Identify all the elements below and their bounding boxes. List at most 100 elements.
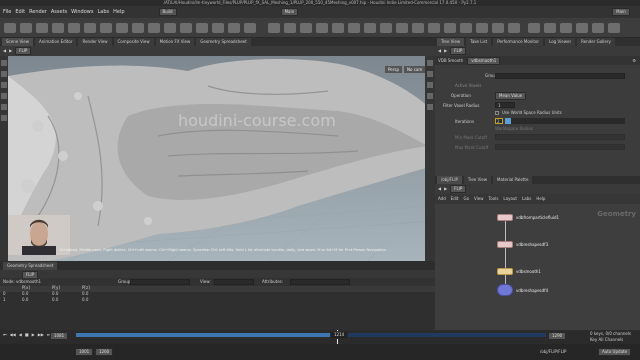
key-all-channels-button[interactable]: Key All Channels	[590, 338, 623, 342]
persp-menu[interactable]: Persp	[385, 66, 402, 73]
shelf-flip-tank-icon[interactable]	[528, 23, 540, 33]
back-arrow-icon[interactable]: ◀	[438, 49, 441, 53]
menu-render[interactable]: Render	[29, 9, 47, 15]
menu-help[interactable]: Help	[113, 9, 124, 15]
jump-start-icon[interactable]: ⏮	[3, 333, 7, 337]
group-field[interactable]	[495, 73, 625, 79]
node-vdbreshapesdf4[interactable]	[497, 284, 513, 296]
network-editor[interactable]: Geometry vdbfromparticlefluid1 vdbreshap…	[435, 204, 640, 330]
menu-assets[interactable]: Assets	[51, 9, 67, 15]
viewport-path[interactable]: FLIP	[15, 47, 32, 55]
shelf-spray-paint-icon[interactable]	[164, 23, 176, 33]
max-mask-field[interactable]	[495, 144, 625, 150]
tab-scene-view[interactable]: Scene View	[2, 38, 33, 46]
params-path[interactable]: FLIP	[450, 47, 467, 55]
shelf-distant-light-icon[interactable]	[364, 23, 376, 33]
net-menu-labs[interactable]: Labs	[522, 197, 531, 201]
tab-geometry-spreadsheet-lower[interactable]: Geometry Spreadsheet	[3, 261, 58, 270]
back-arrow-icon[interactable]: ◀	[438, 187, 441, 191]
net-menu-help[interactable]: Help	[536, 197, 545, 201]
tab-tree-view[interactable]: Tree View	[437, 38, 465, 46]
tab-network-obj-flip[interactable]: /obj/FLIP	[437, 176, 462, 184]
iterations-field[interactable]: 2	[495, 118, 503, 124]
shelf-l-system-icon[interactable]	[212, 23, 224, 33]
shelf-stereo-camera-icon[interactable]	[476, 23, 488, 33]
stop-icon[interactable]: ■	[25, 333, 29, 337]
iterations-slider[interactable]	[505, 118, 625, 124]
tab-animation-editor[interactable]: Animation Editor	[34, 38, 77, 46]
shelf-portal-light-icon[interactable]	[444, 23, 456, 33]
menu-edit[interactable]: Edit	[15, 9, 25, 15]
node-vdbreshapesdf3[interactable]	[497, 241, 513, 248]
range-end-field[interactable]: 1260	[95, 348, 114, 356]
back-arrow-icon[interactable]: ◀	[3, 49, 6, 53]
shelf-wave-tank-icon[interactable]	[576, 23, 588, 33]
shelf-grid-icon[interactable]	[68, 23, 80, 33]
shelf-vr-camera-icon[interactable]	[492, 23, 504, 33]
tab-motion-fx-view[interactable]: Motion FX View	[155, 38, 195, 46]
shelf-circle-icon[interactable]	[116, 23, 128, 33]
shelf-metaball-icon[interactable]	[228, 23, 240, 33]
shelf-environment-light-icon[interactable]	[380, 23, 392, 33]
play-reverse-icon[interactable]: ◀	[19, 333, 22, 337]
shelf-gi-light-icon[interactable]	[412, 23, 424, 33]
shelf-platonic-icon[interactable]	[196, 23, 208, 33]
spreadsheet-view-field[interactable]	[214, 279, 254, 285]
auto-update-button[interactable]: Auto Update	[598, 348, 632, 356]
network-path[interactable]: FLIP	[450, 185, 467, 193]
move-tool-icon[interactable]	[1, 71, 7, 77]
play-icon[interactable]: ▶	[32, 333, 35, 337]
shelf-area-light-icon[interactable]	[316, 23, 328, 33]
shelf-null-icon[interactable]	[84, 23, 96, 33]
shelf-camera-icon[interactable]	[268, 23, 280, 33]
gear-icon[interactable]: ⚙	[632, 58, 640, 63]
shelf-file-icon[interactable]	[244, 23, 256, 33]
min-mask-field[interactable]	[495, 134, 625, 140]
select-tool-icon[interactable]	[1, 60, 7, 66]
step-forward-icon[interactable]: ▶▶	[38, 333, 44, 337]
net-menu-layout[interactable]: Layout	[503, 197, 517, 201]
tab-render-view[interactable]: Render View	[78, 38, 112, 46]
net-menu-add[interactable]: Add	[438, 197, 446, 201]
net-menu-go[interactable]: Go	[464, 197, 470, 201]
forward-arrow-icon[interactable]: ▶	[9, 49, 12, 53]
main-dropdown[interactable]: Main	[280, 8, 299, 16]
menu-file[interactable]: File	[3, 9, 11, 15]
timeline[interactable]: ⏮ ◀◀ ◀ ■ ▶ ▶▶ ⏭ 1081 1214 1290 0 keys, 0…	[0, 330, 640, 344]
shelf-point-light-icon[interactable]	[284, 23, 296, 33]
current-frame-field[interactable]: 1081	[50, 332, 69, 340]
tab-composite-view[interactable]: Composite View	[113, 38, 154, 46]
handle-tool-icon[interactable]	[1, 104, 7, 110]
shelf-font-icon[interactable]	[180, 23, 192, 33]
shelf-sky-light-icon[interactable]	[396, 23, 408, 33]
shelf-flip-boundary-icon[interactable]	[592, 23, 604, 33]
shelf-source-icon[interactable]	[608, 23, 620, 33]
node-vdbfromparticlefluid[interactable]	[497, 214, 513, 221]
shelf-torus-icon[interactable]	[52, 23, 64, 33]
scene-viewport[interactable]: houdini-course.com	[8, 56, 433, 261]
shelf-sphere-icon[interactable]	[20, 23, 32, 33]
tab-geometry-spreadsheet[interactable]: Geometry Spreadsheet	[196, 38, 251, 46]
net-menu-edit[interactable]: Edit	[451, 197, 459, 201]
net-menu-view[interactable]: View	[474, 197, 484, 201]
timeline-track[interactable]	[76, 333, 546, 337]
spreadsheet-group-field[interactable]	[130, 279, 190, 285]
range-start-field[interactable]: 1001	[75, 348, 94, 356]
tab-network-tree-view[interactable]: Tree View	[463, 176, 492, 184]
lighting-icon[interactable]	[427, 93, 433, 99]
node-name-field[interactable]: vdbsmooth1	[467, 56, 501, 65]
spreadsheet-attributes-field[interactable]	[290, 279, 350, 285]
tab-render-gallery[interactable]: Render Gallery	[577, 38, 615, 46]
shelf-spot-light-icon[interactable]	[300, 23, 312, 33]
operation-dropdown[interactable]: Mean Value	[495, 92, 527, 100]
desktop-dropdown[interactable]: Main	[612, 8, 630, 16]
shelf-volume-light-icon[interactable]	[348, 23, 360, 33]
snapping-icon[interactable]	[427, 104, 433, 110]
shelf-line-icon[interactable]	[100, 23, 112, 33]
shelf-emit-particle-fluid-icon[interactable]	[560, 23, 572, 33]
forward-arrow-icon[interactable]: ▶	[444, 187, 447, 191]
shelf-caustic-light-icon[interactable]	[428, 23, 440, 33]
tab-performance-monitor[interactable]: Performance Monitor	[493, 38, 544, 46]
step-back-icon[interactable]: ◀◀	[10, 333, 16, 337]
menu-windows[interactable]: Windows	[71, 9, 93, 15]
